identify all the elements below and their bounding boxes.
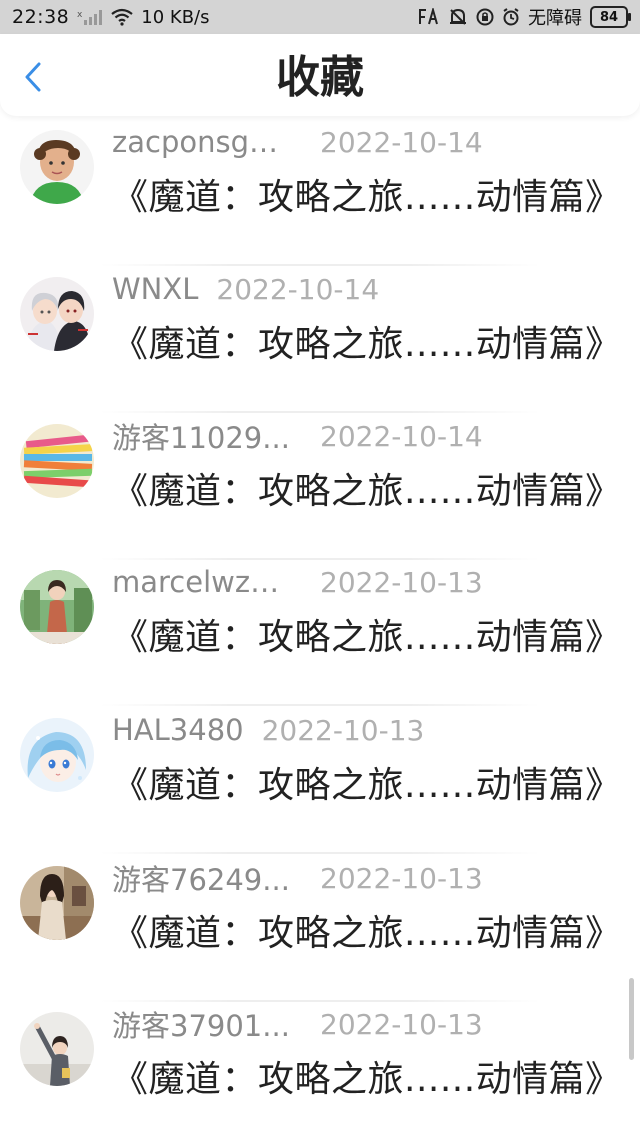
username[interactable]: WNXL — [112, 272, 198, 306]
divider — [100, 852, 540, 854]
item-title[interactable]: 《魔道：攻略之旅......动情篇》 — [112, 315, 622, 367]
avatar[interactable] — [20, 1012, 94, 1086]
item-meta: marcelwzo... 2022-10-13 — [112, 560, 483, 604]
avatar[interactable] — [20, 424, 94, 498]
date: 2022-10-14 — [216, 272, 380, 306]
vpn-icon — [476, 8, 494, 26]
avatar[interactable] — [20, 130, 94, 204]
avatar[interactable] — [20, 570, 94, 644]
date: 2022-10-14 — [320, 125, 483, 159]
signal-x-icon: x — [77, 8, 103, 26]
svg-text:x: x — [77, 10, 83, 20]
item-meta: zacponsge... 2022-10-14 — [112, 120, 483, 164]
favorites-screen: 22:38 x 10 KB/s 无障碍 84 收藏 zacponsge... 2… — [0, 0, 640, 1138]
item-meta: 游客37901... 2022-10-13 — [112, 1002, 483, 1046]
network-speed: 10 KB/s — [141, 6, 210, 28]
page-title: 收藏 — [276, 52, 364, 103]
item-title[interactable]: 《魔道：攻略之旅......动情篇》 — [112, 1050, 622, 1102]
status-time: 22:38 — [12, 6, 70, 28]
list-item[interactable]: WNXL 2022-10-14 《魔道：攻略之旅......动情篇》 — [0, 267, 640, 413]
divider — [100, 411, 540, 413]
status-bar: 22:38 x 10 KB/s 无障碍 84 — [0, 0, 640, 34]
wifi-icon — [111, 8, 133, 26]
list-item[interactable]: 游客76249... 2022-10-13 《魔道：攻略之旅......动情篇》 — [0, 856, 640, 1002]
battery-icon: 84 — [590, 6, 631, 28]
username[interactable]: 游客37901... — [112, 1003, 292, 1045]
scrollbar[interactable] — [629, 978, 634, 1060]
date: 2022-10-14 — [320, 419, 483, 453]
item-meta: WNXL 2022-10-14 — [112, 267, 379, 311]
avatar[interactable] — [20, 277, 94, 351]
battery-level: 84 — [599, 9, 619, 25]
item-meta: 游客76249... 2022-10-13 — [112, 856, 483, 900]
accessibility-text: 无障碍 — [528, 8, 582, 29]
username[interactable]: zacponsge... — [112, 125, 292, 159]
alarm-icon — [502, 8, 520, 26]
username[interactable]: marcelwzo... — [112, 565, 292, 599]
status-bar-left: 22:38 x 10 KB/s — [12, 6, 210, 28]
list-item[interactable]: marcelwzo... 2022-10-13 《魔道：攻略之旅......动情… — [0, 560, 640, 706]
header: 收藏 — [0, 34, 640, 116]
date: 2022-10-13 — [320, 1007, 483, 1041]
item-title[interactable]: 《魔道：攻略之旅......动情篇》 — [112, 756, 622, 808]
avatar[interactable] — [20, 718, 94, 792]
item-meta: HAL3480 2022-10-13 — [112, 708, 424, 752]
notification-off-icon — [448, 8, 468, 26]
username[interactable]: 游客76249... — [112, 857, 292, 899]
avatar[interactable] — [20, 866, 94, 940]
list-item[interactable]: 游客11029... 2022-10-14 《魔道：攻略之旅......动情篇》 — [0, 414, 640, 560]
list-item[interactable]: HAL3480 2022-10-13 《魔道：攻略之旅......动情篇》 — [0, 708, 640, 854]
list-item[interactable]: 游客37901... 2022-10-13 《魔道：攻略之旅......动情篇》 — [0, 1002, 640, 1138]
item-title[interactable]: 《魔道：攻略之旅......动情篇》 — [112, 462, 622, 514]
fa-icon — [418, 8, 440, 26]
username[interactable]: 游客11029... — [112, 415, 292, 457]
item-title[interactable]: 《魔道：攻略之旅......动情篇》 — [112, 608, 622, 660]
status-bar-right: 无障碍 84 — [418, 4, 631, 30]
date: 2022-10-13 — [261, 713, 425, 747]
divider — [100, 264, 540, 266]
divider — [100, 704, 540, 706]
date: 2022-10-13 — [320, 565, 483, 599]
item-title[interactable]: 《魔道：攻略之旅......动情篇》 — [112, 168, 622, 220]
list-item[interactable]: zacponsge... 2022-10-14 《魔道：攻略之旅......动情… — [0, 120, 640, 266]
item-title[interactable]: 《魔道：攻略之旅......动情篇》 — [112, 904, 622, 956]
date: 2022-10-13 — [320, 861, 483, 895]
username[interactable]: HAL3480 — [112, 713, 244, 747]
item-meta: 游客11029... 2022-10-14 — [112, 414, 483, 458]
